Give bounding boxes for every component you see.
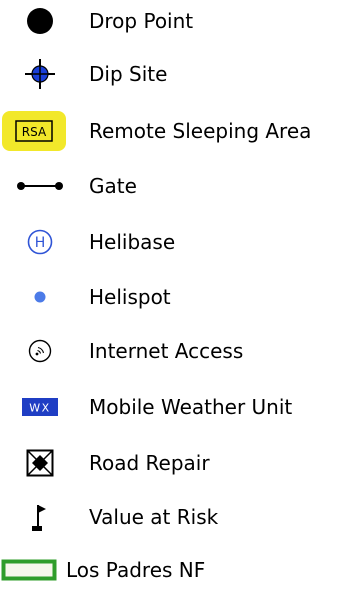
value-at-risk-icon xyxy=(26,497,54,537)
dip-site-icon xyxy=(24,54,56,94)
legend-item-internet-access: Internet Access xyxy=(0,331,347,371)
legend-label: Internet Access xyxy=(89,339,244,363)
legend-item-gate: Gate xyxy=(0,166,347,206)
legend-item-dip-site: Dip Site xyxy=(0,54,347,94)
map-legend: Drop Point Dip Site RSA Remote Sleeping … xyxy=(0,0,347,593)
road-repair-icon xyxy=(24,443,56,483)
legend-item-mobile-weather-unit: WX Mobile Weather Unit xyxy=(0,387,347,427)
legend-label: Helibase xyxy=(89,230,176,254)
legend-label: Gate xyxy=(89,174,137,198)
gate-icon xyxy=(14,166,66,206)
internet-access-icon xyxy=(24,331,56,371)
legend-label: Los Padres NF xyxy=(66,558,206,582)
legend-item-drop-point: Drop Point xyxy=(0,1,347,41)
legend-item-helispot: Helispot xyxy=(0,277,347,317)
legend-label: Helispot xyxy=(89,285,171,309)
mobile-weather-unit-icon: WX xyxy=(22,387,58,427)
helibase-icon: H xyxy=(23,222,57,262)
legend-label: Remote Sleeping Area xyxy=(89,119,312,143)
legend-label: Mobile Weather Unit xyxy=(89,395,293,419)
national-forest-boundary-icon xyxy=(0,550,58,590)
legend-item-remote-sleeping-area: RSA Remote Sleeping Area xyxy=(0,111,347,151)
helibase-icon-text: H xyxy=(35,235,46,251)
remote-sleeping-area-icon: RSA xyxy=(0,111,68,151)
helispot-icon xyxy=(24,277,56,317)
legend-label: Dip Site xyxy=(89,62,168,86)
drop-point-icon xyxy=(24,1,56,41)
remote-sleeping-area-icon-text: RSA xyxy=(22,125,47,139)
mobile-weather-unit-icon-text: WX xyxy=(29,402,50,415)
legend-label: Value at Risk xyxy=(89,505,219,529)
legend-item-helibase: H Helibase xyxy=(0,222,347,262)
legend-item-road-repair: Road Repair xyxy=(0,443,347,483)
legend-item-los-padres-nf: Los Padres NF xyxy=(0,550,347,590)
legend-label: Road Repair xyxy=(89,451,210,475)
legend-label: Drop Point xyxy=(89,9,194,33)
legend-item-value-at-risk: Value at Risk xyxy=(0,497,347,537)
